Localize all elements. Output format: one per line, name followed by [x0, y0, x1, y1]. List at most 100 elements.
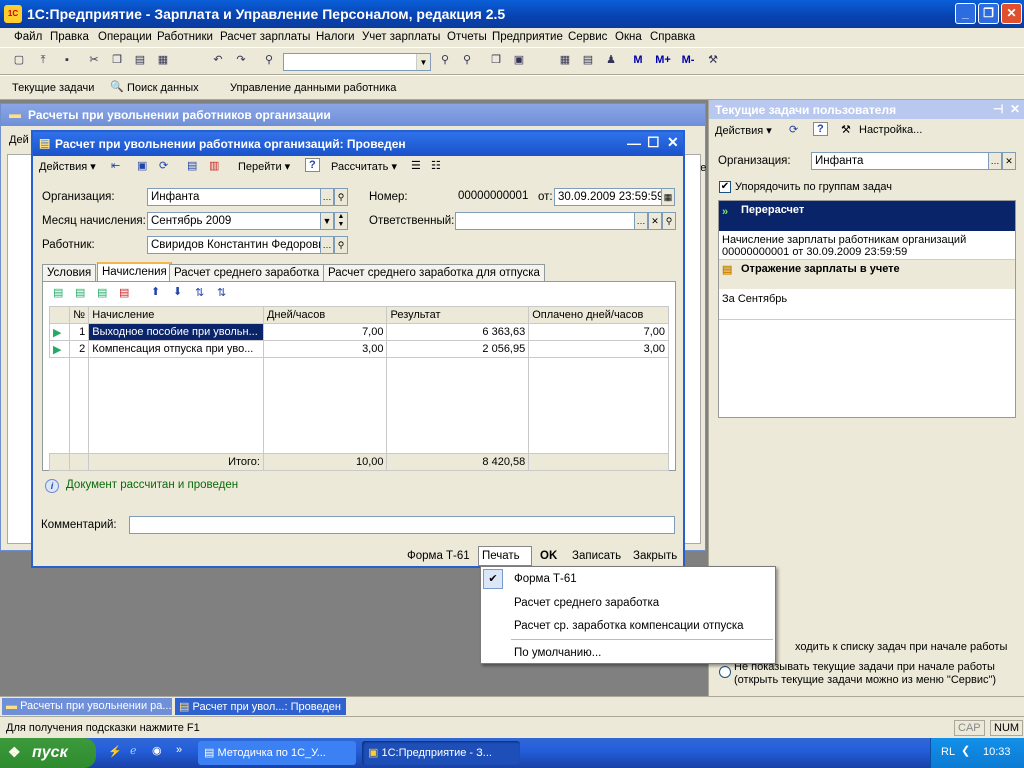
responsible-field[interactable] [455, 212, 635, 230]
row-paid[interactable]: 3,00 [528, 340, 669, 358]
grid-header-paid[interactable]: Оплачено дней/часов [528, 306, 669, 324]
menu-service[interactable]: Сервис [568, 31, 607, 43]
task-group-recalc[interactable]: » Перерасчет [719, 201, 1015, 231]
employee-select-button[interactable]: … [320, 236, 334, 254]
tab-avg-earnings[interactable]: Расчет среднего заработка [169, 264, 325, 281]
calendar-icon[interactable]: ▣ [510, 52, 528, 69]
grid-header-result[interactable]: Результат [386, 306, 530, 324]
refresh-icon[interactable]: ⟳ [789, 123, 798, 136]
unpost-icon[interactable]: ▥ [209, 159, 219, 172]
settings-button[interactable]: Настройка... [859, 124, 922, 136]
menu-windows[interactable]: Окна [615, 31, 642, 43]
row-result[interactable]: 6 363,63 [386, 323, 530, 341]
window-tab-list[interactable]: ▬ Расчеты при увольнении ра... [2, 698, 172, 715]
taskbar-item-word[interactable]: ▤ Методичка по 1С_У... [198, 741, 356, 765]
tools-icon[interactable]: ⚒ [704, 52, 722, 69]
bg-actions-button[interactable]: Дей [9, 134, 29, 146]
media-icon[interactable]: ◉ [152, 744, 162, 757]
task-item-line2[interactable]: 00000000001 от 30.09.2009 23:59:59 [722, 246, 907, 258]
calendar-icon[interactable]: ▦ [661, 188, 675, 206]
sort-desc-icon[interactable]: ⇅ [217, 286, 226, 299]
group-checkbox[interactable]: ✔ [719, 181, 731, 193]
help-icon[interactable]: ? [813, 122, 828, 136]
grid-header-accrual[interactable]: Начисление [88, 306, 264, 324]
number-field[interactable]: 00000000001 [455, 188, 535, 206]
notes-icon[interactable]: ▤ [579, 52, 597, 69]
add-row-icon[interactable]: ▤ [53, 286, 63, 299]
save-icon[interactable]: ▪ [58, 52, 76, 69]
find-icon[interactable]: ⚲ [260, 52, 278, 69]
radio2[interactable] [719, 666, 731, 678]
panel-close-icon[interactable]: ✕ [1010, 102, 1020, 116]
open-icon[interactable]: ⤒ [34, 52, 52, 69]
move-down-icon[interactable]: ⬇ [173, 285, 182, 298]
org-select-button[interactable]: … [320, 188, 334, 206]
menu-item-avg-earnings[interactable]: Расчет среднего заработка [514, 597, 659, 609]
chevron-down-icon[interactable]: ▼ [416, 54, 430, 70]
find-next-icon[interactable]: ⚲ [436, 52, 454, 69]
org-search-icon[interactable]: ⚲ [334, 188, 348, 206]
close-button[interactable]: ✕ [1001, 3, 1022, 24]
search-combo[interactable]: ▼ [283, 53, 431, 71]
maximize-icon[interactable]: ☐ [647, 134, 660, 151]
menu-accounting[interactable]: Учет зарплаты [362, 31, 440, 43]
move-up-icon[interactable]: ⬆ [151, 285, 160, 298]
month-dropdown-icon[interactable]: ▼ [320, 212, 334, 230]
tray-arrow-icon[interactable]: ❮ [961, 744, 970, 757]
more-icon[interactable]: » [176, 744, 182, 756]
menu-item-default[interactable]: По умолчанию... [514, 647, 601, 659]
start-button[interactable]: ❖ пуск [0, 738, 96, 768]
dialog-actions-button[interactable]: Действия ▾ [39, 160, 96, 173]
close-icon[interactable]: ✕ [667, 134, 679, 151]
grid-header-n[interactable]: № [69, 306, 90, 324]
menu-edit[interactable]: Правка [50, 31, 89, 43]
minimize-icon[interactable]: — [627, 135, 641, 151]
language-indicator[interactable]: RL [941, 746, 955, 758]
row-result[interactable]: 2 056,95 [386, 340, 530, 358]
post-icon[interactable]: ▤ [187, 159, 197, 172]
responsible-search-icon[interactable]: ⚲ [662, 212, 676, 230]
row-days[interactable]: 7,00 [262, 323, 388, 341]
tab-accruals[interactable]: Начисления [97, 262, 172, 282]
panel-org-clear-icon[interactable]: ✕ [1002, 152, 1016, 170]
taskbar-item-1c[interactable]: ▣ 1С:Предприятие - З... [362, 741, 520, 765]
columns-icon[interactable]: ☷ [431, 159, 441, 172]
responsible-clear-icon[interactable]: ✕ [648, 212, 662, 230]
redo-icon[interactable]: ↷ [232, 52, 250, 69]
print-button[interactable]: Печать ▾ [478, 546, 532, 576]
pin-icon[interactable]: ⊣ [993, 102, 1003, 116]
ok-button[interactable]: OK [540, 550, 557, 562]
save-button[interactable]: Записать [572, 550, 621, 562]
delete-row-icon[interactable]: ▤ [119, 286, 129, 299]
menu-operations[interactable]: Операции [98, 31, 152, 43]
copy-icon[interactable]: ❐ [108, 52, 126, 69]
table-row[interactable]: ▶ 2 Компенсация отпуска при уво... 3,00 … [48, 340, 669, 358]
maximize-button[interactable]: ❐ [978, 3, 999, 24]
manage-employee-button[interactable]: Управление данными работника [230, 82, 396, 94]
windows-icon[interactable]: ❒ [487, 52, 505, 69]
month-field[interactable]: Сентябрь 2009 [147, 212, 321, 230]
row-days[interactable]: 3,00 [262, 340, 388, 358]
user-icon[interactable]: ♟ [602, 52, 620, 69]
table-row[interactable]: ▶ 1 Выходное пособие при увольн... 7,00 … [48, 323, 669, 341]
tab-conditions[interactable]: Условия [42, 264, 97, 281]
goto-button[interactable]: Перейти ▾ [238, 160, 290, 173]
menu-taxes[interactable]: Налоги [316, 31, 355, 43]
calculator-icon[interactable]: ▦ [556, 52, 574, 69]
new-icon[interactable]: ▢ [10, 52, 28, 69]
menu-item-form-t61[interactable]: Форма Т-61 [514, 573, 577, 585]
help-icon[interactable]: ? [305, 158, 320, 172]
prev-icon[interactable]: ⇤ [111, 159, 120, 172]
calculate-button[interactable]: Рассчитать ▾ [331, 160, 397, 173]
quicklaunch-icon[interactable]: ⚡ [108, 745, 122, 758]
menu-help[interactable]: Справка [650, 31, 695, 43]
row-accrual[interactable]: Компенсация отпуска при уво... [88, 340, 264, 358]
copy-row-icon[interactable]: ▤ [75, 286, 85, 299]
month-spin-icon[interactable]: ▲ ▼ [334, 212, 348, 230]
refresh-icon[interactable]: ⟳ [159, 159, 168, 172]
menu-employees[interactable]: Работники [157, 31, 213, 43]
menu-payroll[interactable]: Расчет зарплаты [220, 31, 310, 43]
memory-plus-button[interactable]: M+ [652, 52, 674, 69]
find-prev-icon[interactable]: ⚲ [458, 52, 476, 69]
responsible-select-button[interactable]: … [634, 212, 648, 230]
